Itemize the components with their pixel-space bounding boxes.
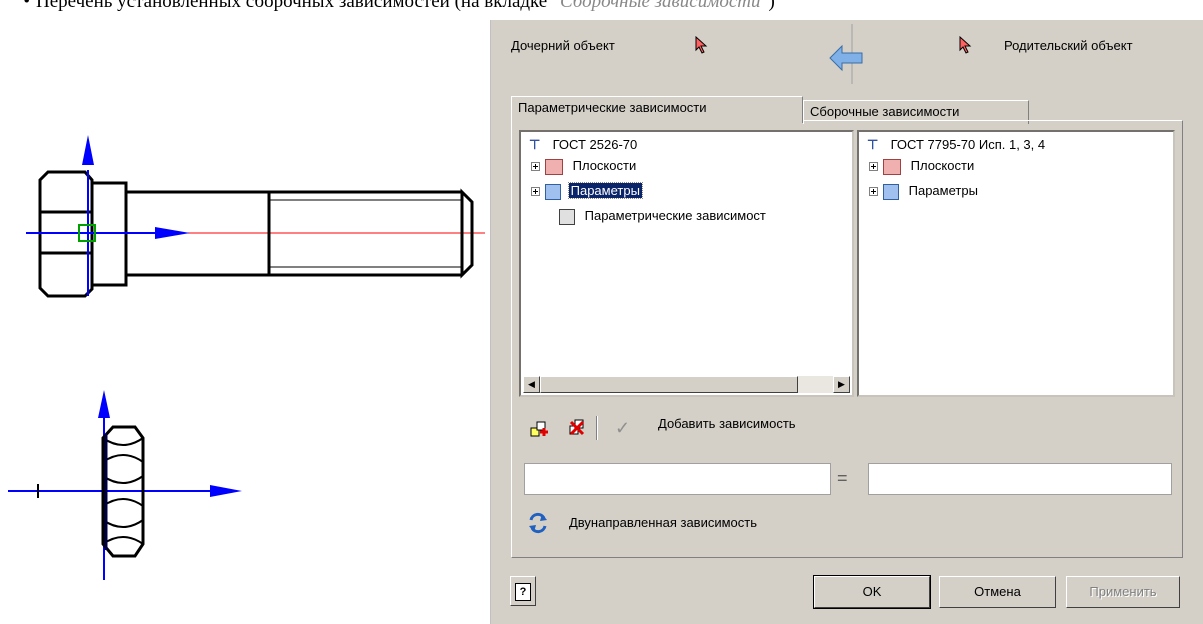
scroll-right-icon[interactable]: ▶ (833, 376, 850, 393)
parent-object-label: Родительский объект (1004, 38, 1133, 53)
tree-item-planes[interactable]: Плоскости (545, 157, 636, 175)
caption-end: ) (768, 0, 775, 12)
cad-drawing (8, 135, 485, 580)
arrow-up-icon (82, 135, 94, 165)
check-icon[interactable]: ✓ (615, 418, 630, 439)
tree-item-parametric-deps[interactable]: Параметрические зависимост (559, 207, 766, 225)
parameters-icon (545, 183, 561, 200)
tree-item-parameters[interactable]: Параметры (545, 182, 643, 200)
bolt-drawing (26, 135, 485, 298)
tree-item-label: Параметры (908, 183, 978, 198)
add-link-icon[interactable] (529, 419, 549, 439)
tab-parametric-dependencies[interactable]: Параметрические зависимости (511, 96, 803, 123)
expand-icon[interactable] (869, 162, 878, 171)
bidirectional-label[interactable]: Двунаправленная зависимость (569, 515, 757, 530)
ok-button[interactable]: OK (813, 575, 931, 609)
delete-link-icon[interactable] (567, 418, 587, 438)
tree-item-label: Параметры (567, 182, 643, 199)
direction-arrow-icon (829, 24, 863, 84)
tree-item-planes[interactable]: Плоскости (883, 157, 974, 175)
planes-icon (883, 158, 901, 175)
arrow-up-icon (98, 390, 110, 418)
expand-icon[interactable] (531, 162, 540, 171)
caption-text: Перечень установленных сборочных зависим… (36, 0, 552, 12)
tree-root-row[interactable]: ⊤ ГОСТ 2526-70 (529, 136, 637, 154)
child-tree[interactable]: ⊤ ГОСТ 2526-70 Плоскости Параметры Парам… (519, 130, 854, 397)
tree-item-label: Параметрические зависимост (584, 208, 766, 223)
bidirectional-icon[interactable] (528, 512, 548, 534)
expand-icon[interactable] (531, 187, 540, 196)
parameters-icon (883, 183, 899, 200)
tree-item-label: Плоскости (572, 158, 637, 173)
tree-item-parameters[interactable]: Параметры (883, 182, 978, 200)
bullet: • (23, 0, 30, 12)
parent-tree[interactable]: ⊤ ГОСТ 7795-70 Исп. 1, 3, 4 Плоскости Па… (857, 130, 1175, 397)
apply-button[interactable]: Применить (1066, 576, 1180, 608)
dependency-icon (559, 208, 575, 225)
horizontal-scrollbar[interactable]: ◀ ▶ (523, 376, 850, 393)
expand-icon[interactable] (869, 187, 878, 196)
parent-pick-cursor-icon[interactable] (959, 36, 973, 54)
scroll-left-icon[interactable]: ◀ (523, 376, 540, 393)
child-pick-cursor-icon[interactable] (695, 36, 709, 54)
tree-root-label: ГОСТ 7795-70 Исп. 1, 3, 4 (890, 137, 1046, 152)
help-button[interactable]: ? (510, 576, 536, 606)
tree-root-row[interactable]: ⊤ ГОСТ 7795-70 Исп. 1, 3, 4 (867, 136, 1045, 154)
tree-item-label: Плоскости (910, 158, 975, 173)
arrow-right-icon (155, 227, 190, 239)
caption-italic: "Сборочные зависимости" (552, 0, 769, 12)
equals-sign: = (837, 468, 848, 488)
cancel-button[interactable]: Отмена (939, 576, 1056, 608)
planes-icon (545, 158, 563, 175)
child-object-label: Дочерний объект (511, 38, 615, 53)
nut-drawing (8, 390, 242, 580)
left-expression-field[interactable] (524, 463, 831, 495)
arrow-right-icon (210, 485, 242, 497)
help-icon: ? (515, 583, 531, 601)
dependencies-dialog: Дочерний объект Родительский объект Пара… (490, 20, 1203, 624)
tree-root-label: ГОСТ 2526-70 (552, 137, 638, 152)
right-expression-field[interactable] (868, 463, 1172, 495)
toolbar-separator (596, 416, 598, 440)
document-caption: • Перечень установленных сборочных зависи… (0, 0, 1203, 12)
add-dependency-label[interactable]: Добавить зависимость (658, 416, 796, 431)
scroll-thumb[interactable] (540, 376, 798, 393)
bolt-icon: ⊤ (529, 137, 541, 152)
bolt-icon: ⊤ (867, 137, 879, 152)
